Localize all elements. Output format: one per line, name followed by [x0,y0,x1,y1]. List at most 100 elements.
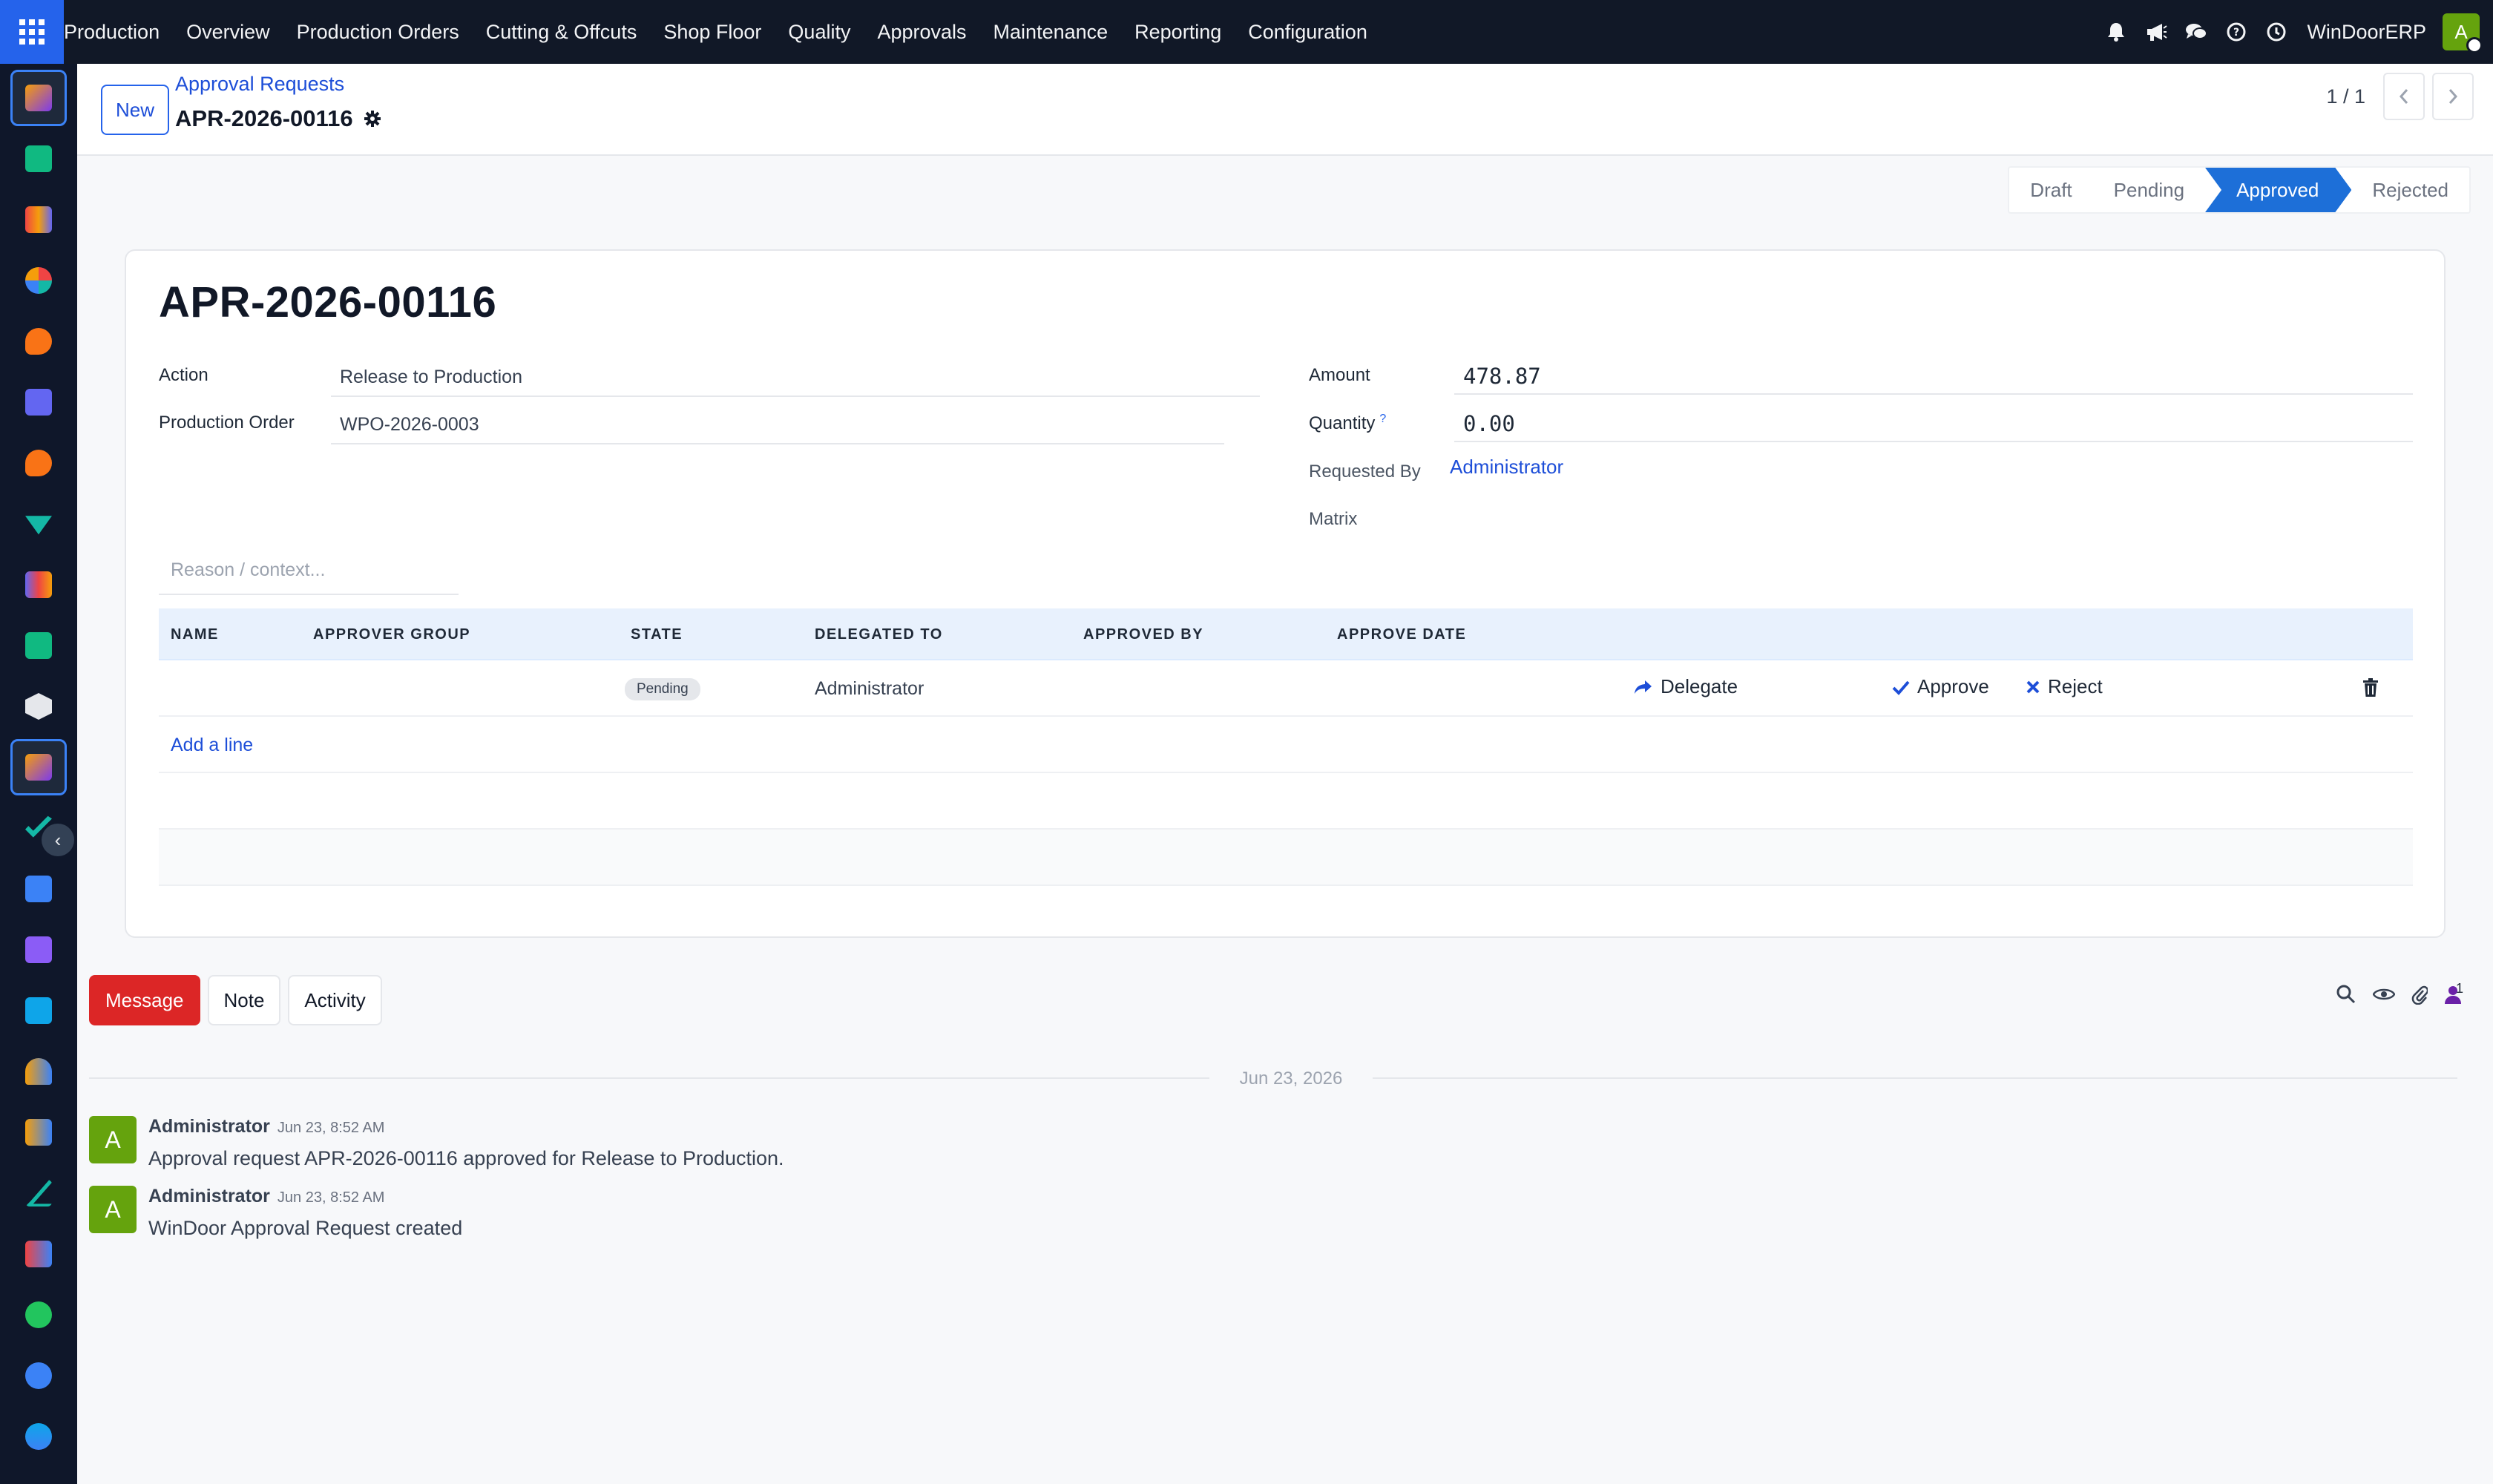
sidebar-app-analytics[interactable] [10,556,67,613]
column-header-delegated-to[interactable]: DELEGATED TO [815,626,943,643]
systray: ? WinDoorERP A [2096,0,2483,64]
sidebar-app-reports[interactable] [10,191,67,248]
author-name[interactable]: Administrator [148,1116,270,1137]
sidebar-app-products[interactable] [10,678,67,735]
production-order-field[interactable]: WPO-2026-0003 [331,407,1224,444]
requested-by-label: Requested By [1309,462,1421,482]
sidebar-app-tasks[interactable] [10,800,67,856]
stage-draft[interactable]: Draft [2009,168,2092,212]
column-header-name[interactable]: NAME [171,626,219,643]
sidebar-app-approvals[interactable] [10,739,67,795]
check-icon [1892,680,1910,695]
sidebar-app-employees[interactable] [10,617,67,674]
pager-previous-button[interactable] [2383,73,2425,120]
pager-next-button[interactable] [2432,73,2474,120]
delegate-button[interactable]: Delegate [1634,675,1738,698]
bell-icon[interactable] [2096,0,2136,64]
menu-cutting-offcuts[interactable]: Cutting & Offcuts [473,0,651,64]
message-author[interactable]: Administrator Jun 23, 8:52 AM [148,1116,384,1137]
followers-button[interactable]: 1 [2444,981,2463,1004]
sidebar-app-sign[interactable] [10,1165,67,1221]
message-time: Jun 23, 8:52 AM [277,1189,385,1206]
add-line-row: Add a line [159,717,2413,773]
avatar[interactable]: A [89,1186,137,1233]
stage-approved[interactable]: Approved [2205,168,2351,212]
column-header-approver-group[interactable]: APPROVER GROUP [313,626,470,643]
top-navbar: Production Overview Production Orders Cu… [0,0,2493,64]
message-author[interactable]: Administrator Jun 23, 8:52 AM [148,1186,384,1207]
column-header-approved-by[interactable]: APPROVED BY [1083,626,1203,643]
chevron-left-icon [2399,89,2408,104]
stage-pending[interactable]: Pending [2093,168,2205,212]
add-line-link[interactable]: Add a line [171,735,253,756]
approve-button[interactable]: Approve [1892,675,1989,698]
requested-by-field[interactable]: Administrator [1450,456,1563,479]
help-icon[interactable]: ? [2216,0,2256,64]
menu-overview[interactable]: Overview [173,0,283,64]
sidebar-app-accounting[interactable] [10,982,67,1039]
paperclip-icon[interactable] [2411,984,2428,1005]
action-field[interactable]: Release to Production [331,359,1260,397]
author-name[interactable]: Administrator [148,1186,270,1206]
new-button[interactable]: New [101,85,169,135]
sidebar-app-whatsapp[interactable] [10,1287,67,1343]
menu-app-name[interactable]: Production [64,0,173,64]
menu-production-orders[interactable]: Production Orders [283,0,473,64]
message-body: WinDoor Approval Request created [148,1217,463,1239]
empty-row [159,773,2413,830]
menu-shop-floor[interactable]: Shop Floor [650,0,775,64]
status-badge: Pending [625,678,700,700]
sidebar-app-inventory[interactable] [10,496,67,552]
sidebar-app-website[interactable] [10,1408,67,1465]
sidebar-app-discuss[interactable] [10,313,67,370]
quantity-help-icon[interactable]: ? [1379,413,1386,425]
gear-icon[interactable] [364,110,381,128]
stage-rejected[interactable]: Rejected [2351,168,2469,212]
menu-maintenance[interactable]: Maintenance [980,0,1122,64]
log-note-button[interactable]: Note [207,975,281,1025]
trash-icon[interactable] [2362,678,2379,701]
amount-field[interactable]: 478.87 [1454,359,2413,395]
sidebar-app-timer[interactable] [10,1347,67,1404]
sidebar-app-dashboards[interactable] [10,1226,67,1282]
close-icon [2026,680,2040,693]
sidebar-app-team[interactable] [10,1043,67,1100]
menu-quality[interactable]: Quality [775,0,864,64]
user-initial: A [2454,20,2468,43]
megaphone-icon[interactable] [2136,0,2176,64]
quantity-label-text: Quantity [1309,413,1376,433]
sidebar-app-contacts[interactable] [10,131,67,187]
sidebar-app-knowledge[interactable] [10,861,67,917]
breadcrumb[interactable]: Approval Requests [175,73,344,96]
eye-icon[interactable] [2372,986,2395,1002]
company-switcher[interactable]: WinDoorERP [2307,21,2426,44]
menu-reporting[interactable]: Reporting [1121,0,1235,64]
send-message-button[interactable]: Message [89,975,200,1025]
menu-approvals[interactable]: Approvals [864,0,979,64]
menu-configuration[interactable]: Configuration [1235,0,1381,64]
record-title[interactable]: APR-2026-00116 [159,278,496,327]
sidebar-app-packages[interactable] [10,922,67,978]
sidebar-app-mail[interactable] [10,374,67,430]
approve-label: Approve [1917,675,1989,697]
table-row[interactable]: Pending Administrator Delegate Approve R… [159,660,2413,717]
quantity-field[interactable]: 0.00 [1454,407,2413,442]
app-sidebar: ‹ [0,64,77,1484]
column-header-state[interactable]: STATE [631,626,683,643]
reason-input[interactable]: Reason / context... [159,549,459,595]
sidebar-app-production[interactable] [10,70,67,126]
user-avatar[interactable]: A [2443,13,2483,53]
search-icon[interactable] [2336,984,2356,1005]
activity-button[interactable]: Activity [288,975,382,1025]
reject-button[interactable]: Reject [2026,675,2103,698]
sidebar-app-livechat[interactable] [10,435,67,491]
app-switcher-icon[interactable] [0,0,64,64]
sidebar-app-dashboard[interactable] [10,252,67,309]
avatar[interactable]: A [89,1116,137,1163]
clock-icon[interactable] [2256,0,2296,64]
chat-icon[interactable] [2176,0,2216,64]
sidebar-app-calendar[interactable] [10,1104,67,1160]
cell-delegated-to: Administrator [815,678,924,699]
column-header-approve-date[interactable]: APPROVE DATE [1337,626,1466,643]
pager-value[interactable]: 1 / 1 [2326,85,2365,108]
